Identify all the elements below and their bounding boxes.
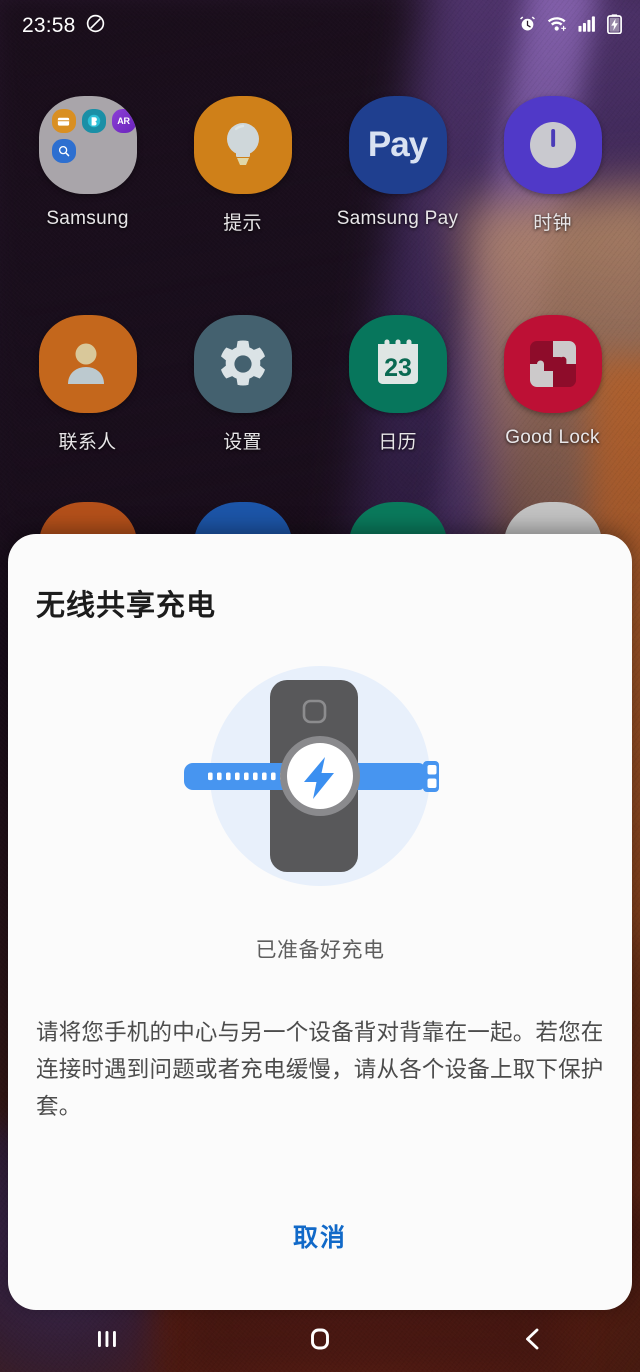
back-chevron-icon bbox=[518, 1324, 548, 1359]
calendar-icon: 23 bbox=[348, 315, 447, 413]
phone-watch-charging-illustration bbox=[184, 666, 439, 886]
dialog-title: 无线共享充电 bbox=[36, 590, 217, 622]
tips-bulb-icon bbox=[193, 96, 292, 194]
calendar-date-number: 23 bbox=[384, 354, 412, 382]
dialog-body-text: 请将您手机的中心与另一个设备背对背靠在一起。若您在连接时遇到问题或者充电缓慢，请… bbox=[36, 1020, 604, 1119]
app-label: 时钟 bbox=[533, 213, 572, 234]
app-label: Samsung bbox=[46, 208, 129, 229]
recents-button[interactable] bbox=[47, 1310, 167, 1372]
app-contacts[interactable]: 联系人 bbox=[10, 315, 165, 454]
status-bar-left: 23:58 bbox=[22, 13, 106, 39]
mute-crossed-circle-icon bbox=[85, 13, 106, 39]
charging-status-text: 已准备好充电 bbox=[255, 939, 385, 962]
app-calendar[interactable]: 23 日历 bbox=[320, 315, 475, 454]
home-square-icon bbox=[305, 1324, 335, 1359]
app-clock[interactable]: 时钟 bbox=[475, 96, 630, 235]
app-samsung-pay[interactable]: Pay Samsung Pay bbox=[320, 96, 475, 235]
app-label: Good Lock bbox=[505, 427, 600, 448]
dialog-actions: 取消 bbox=[36, 1208, 604, 1264]
app-tips[interactable]: 提示 bbox=[165, 96, 320, 235]
galaxy-store-icon bbox=[51, 109, 76, 133]
contacts-icon bbox=[38, 315, 137, 413]
samsung-pay-wordmark: Pay bbox=[367, 125, 428, 164]
ar-zone-icon: AR bbox=[111, 109, 136, 133]
folder-mini-icons: AR bbox=[51, 109, 136, 163]
app-samsung-folder[interactable]: AR Samsung bbox=[10, 96, 165, 235]
phone-screen: 23:58 AR Samsung 提示 Pay Samsung Pay 时钟 联… bbox=[0, 0, 640, 1372]
status-bar-right bbox=[518, 13, 622, 39]
recents-bars-icon bbox=[92, 1324, 122, 1359]
app-label: 设置 bbox=[223, 432, 262, 453]
battery-charging-icon bbox=[607, 13, 622, 39]
status-bar: 23:58 bbox=[0, 0, 640, 52]
app-label: 联系人 bbox=[58, 432, 117, 453]
wifi-icon bbox=[547, 14, 568, 38]
home-screen-app-grid: AR Samsung 提示 Pay Samsung Pay 时钟 联系人 设置 … bbox=[0, 96, 640, 454]
app-label: 提示 bbox=[223, 213, 262, 234]
settings-gear-icon bbox=[193, 315, 292, 413]
wireless-powershare-dialog: 无线共享充电 已准备好充电 请将您手机的中心与另一个设备背对背靠在一起。若您在连… bbox=[8, 534, 632, 1310]
samsung-pay-icon: Pay bbox=[348, 96, 447, 194]
samsung-folder-icon: AR bbox=[38, 96, 137, 194]
watch-band-holes bbox=[208, 772, 285, 781]
illustration-container bbox=[36, 658, 604, 908]
cancel-button[interactable]: 取消 bbox=[265, 1208, 375, 1264]
good-lock-puzzle-icon bbox=[503, 315, 602, 413]
clock-icon bbox=[503, 96, 602, 194]
app-settings[interactable]: 设置 bbox=[165, 315, 320, 454]
status-bar-clock: 23:58 bbox=[22, 14, 76, 37]
alarm-icon bbox=[518, 14, 537, 38]
app-label: 日历 bbox=[378, 432, 417, 453]
signal-bars-icon bbox=[578, 15, 597, 38]
back-button[interactable] bbox=[473, 1310, 593, 1372]
app-good-lock[interactable]: Good Lock bbox=[475, 315, 630, 454]
finder-search-icon bbox=[51, 139, 76, 163]
bixby-icon bbox=[81, 109, 106, 133]
navigation-bar bbox=[0, 1310, 640, 1372]
app-label: Samsung Pay bbox=[336, 208, 459, 229]
home-button[interactable] bbox=[260, 1310, 380, 1372]
